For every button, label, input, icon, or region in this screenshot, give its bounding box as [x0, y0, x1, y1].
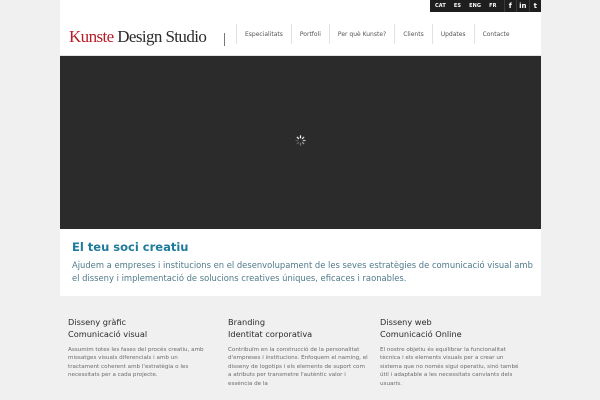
- nav-contacte[interactable]: Contacte: [473, 24, 518, 44]
- hero-slider[interactable]: [60, 56, 541, 229]
- logo-divider: [224, 33, 225, 46]
- site-logo[interactable]: Kunste Design Studio: [69, 27, 207, 47]
- lang-cat-link[interactable]: CAT: [430, 3, 450, 9]
- nav-especialitats[interactable]: Especialitats: [236, 24, 291, 44]
- service-column-web-design: Disseny web Comunicació Online El nostre…: [380, 316, 520, 388]
- nav-per-que-kunste[interactable]: Per què Kunste?: [328, 24, 394, 44]
- lang-es-link[interactable]: ES: [450, 3, 465, 9]
- nav-clients[interactable]: Clients: [394, 24, 432, 44]
- service-title-line2[interactable]: Comunicació Online: [380, 328, 520, 340]
- site-header: Kunste Design Studio Especialitats Portf…: [60, 12, 541, 56]
- service-column-graphic-design: Disseny gràfic Comunicació visual Assumi…: [68, 316, 208, 380]
- service-description: El nostre objetiu és equilibrar la funci…: [380, 347, 519, 387]
- service-column-branding: Branding Identitat corporativa Contribuï…: [228, 316, 368, 388]
- intro-text: Ajudem a empreses i institucions en el d…: [72, 260, 533, 283]
- linkedin-icon[interactable]: in: [516, 0, 528, 12]
- twitter-icon[interactable]: t: [528, 0, 541, 12]
- service-title-line1[interactable]: Disseny gràfic: [68, 316, 208, 328]
- service-description: Assumim totes les fases del procés creat…: [68, 347, 204, 379]
- top-bar: CAT ES ENG FR f in t: [60, 0, 541, 12]
- service-title-line1[interactable]: Branding: [228, 316, 368, 328]
- logo-word-3: Studio: [165, 27, 207, 46]
- lang-fr-link[interactable]: FR: [485, 3, 500, 9]
- service-description: Contribuïm en la construcció de la perso…: [228, 347, 368, 387]
- loading-spinner-icon: [295, 135, 306, 146]
- service-title-line2[interactable]: Identitat corporativa: [228, 328, 368, 340]
- language-social-bar: CAT ES ENG FR f in t: [430, 0, 541, 12]
- nav-portfoli[interactable]: Portfoli: [290, 24, 329, 44]
- logo-word-2: Design: [117, 27, 162, 46]
- service-title-line2[interactable]: Comunicació visual: [68, 328, 208, 340]
- lang-eng-link[interactable]: ENG: [465, 3, 485, 9]
- nav-updates[interactable]: Updates: [431, 24, 474, 44]
- intro-title: El teu soci creatiu: [72, 240, 189, 254]
- main-nav: Especialitats Portfoli Per què Kunste? C…: [236, 24, 518, 44]
- logo-word-1: Kunste: [69, 27, 114, 46]
- service-title-line1[interactable]: Disseny web: [380, 316, 520, 328]
- facebook-icon[interactable]: f: [503, 0, 516, 12]
- intro-panel: El teu soci creatiu Ajudem a empreses i …: [60, 229, 541, 296]
